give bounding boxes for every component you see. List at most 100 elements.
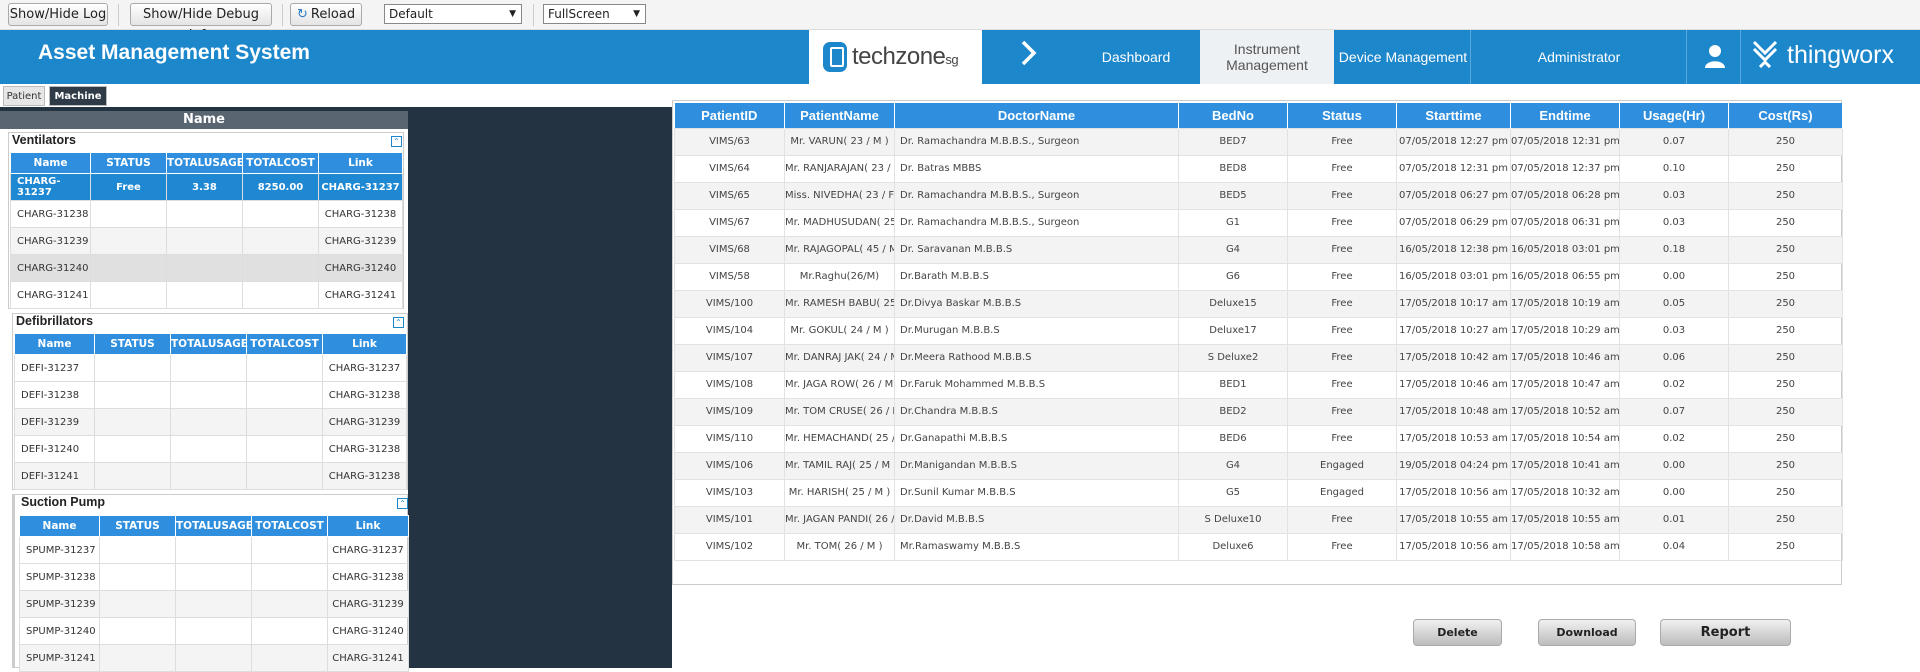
table-row[interactable]: VIMS/100 Mr. RAMESH BABU( 25 /Dr.Divya Ba… [674,289,1843,318]
table-row[interactable]: SPUMP-31239 CHARG-31239 [19,590,409,618]
column-header[interactable]: TOTALUSAGE [175,515,253,537]
table-row[interactable]: VIMS/102 Mr. TOM( 26 / M ) Mr.Ramaswamy M.… [674,532,1843,561]
table-row[interactable]: VIMS/104 Mr. GOKUL( 24 / M ) Dr.Murugan M.… [674,316,1843,345]
mode-select[interactable]: FullScreen ▼ [543,4,646,24]
cell [90,227,167,255]
user-icon[interactable] [1704,44,1726,68]
cell: VIMS/65 [674,181,785,210]
column-header[interactable]: STATUS [94,333,171,355]
cell: 250 [1728,478,1843,507]
table-row[interactable]: VIMS/106 Mr. TAMIL RAJ( 25 / M ) Dr.Maniga… [674,451,1843,480]
table-row[interactable]: DEFI-31237 CHARG-31237 [14,354,407,382]
table-row[interactable]: VIMS/101 Mr. JAGAN PANDI( 26 /Dr.David M.… [674,505,1843,534]
table-row[interactable]: VIMS/58 Mr.Raghu(26/M) Dr.Barath M.B.B.S G6… [674,262,1843,291]
mashup-select[interactable]: Default ▼ [384,4,522,24]
table-row[interactable]: DEFI-31240 CHARG-31238 [14,435,407,463]
collapse-icon[interactable]: ⌃ [393,317,404,328]
column-header[interactable]: TOTALCOST [251,515,328,537]
table-row[interactable]: CHARG-31239 CHARG-31239 [10,227,403,255]
ventilators-group: Ventilators ⌃ Name STATUS TOTALUSAGE TOT… [8,132,404,309]
column-header-bedno[interactable]: BedNo [1178,103,1288,128]
column-header-doctorname[interactable]: DoctorName [894,103,1179,128]
column-header[interactable]: Name [10,152,91,174]
table-row[interactable]: CHARG-31240 CHARG-31240 [10,254,403,282]
table-row[interactable]: VIMS/108 Mr. JAGA ROW( 26 / M ) Dr.Faruk M… [674,370,1843,399]
table-row[interactable]: CHARG-31238 CHARG-31238 [10,200,403,228]
cell: 17/05/2018 10:54 am [1510,424,1620,453]
column-header-patientid[interactable]: PatientID [674,103,785,128]
cell: 250 [1728,316,1843,345]
cell: 0.07 [1619,127,1729,156]
cell: 17/05/2018 10:47 am [1510,370,1620,399]
table-row[interactable]: VIMS/110 Mr. HEMACHAND( 25 /Dr.Ganapathi … [674,424,1843,453]
column-header-usage[interactable]: Usage(Hr) [1619,103,1729,128]
column-header[interactable]: Name [14,333,95,355]
table-row[interactable]: VIMS/63 Mr. VARUN( 23 / M ) Dr. Ramachandr… [674,127,1843,156]
table-row[interactable]: SPUMP-31238 CHARG-31238 [19,563,409,591]
column-header-status[interactable]: Status [1287,103,1397,128]
table-row[interactable]: DEFI-31239 CHARG-31239 [14,408,407,436]
table-row[interactable]: SPUMP-31237 CHARG-31237 [19,536,409,564]
table-row[interactable]: SPUMP-31241 CHARG-31241 [19,644,409,672]
column-header[interactable]: TOTALUSAGE [170,333,248,355]
delete-button[interactable]: Delete [1413,619,1502,646]
download-button[interactable]: Download [1538,619,1636,646]
table-row[interactable]: VIMS/109 Mr. TOM CRUSE( 26 / M Dr.Chandra … [674,397,1843,426]
reload-button[interactable]: ↻ Reload [290,3,362,26]
cell: CHARG-31240 [318,254,403,282]
cell: Mr.Ramaswamy M.B.B.S [894,532,1179,561]
cell [90,281,167,309]
column-header[interactable]: Link [322,333,407,355]
column-header[interactable]: Link [318,152,403,174]
mode-select-value: FullScreen [548,7,610,21]
column-header[interactable]: Link [327,515,409,537]
table-row[interactable]: VIMS/67 Mr. MADHUSUDAN( 25 Dr. Ramachandra… [674,208,1843,237]
table-row[interactable]: VIMS/103 Mr. HARISH( 25 / M ) Dr.Sunil Kum… [674,478,1843,507]
tab-machine[interactable]: Machine [49,86,107,106]
collapse-icon[interactable]: ⌃ [397,498,408,509]
tab-patient[interactable]: Patient [3,86,45,106]
cell: 0.00 [1619,262,1729,291]
cell [242,227,319,255]
cell: 250 [1728,505,1843,534]
dropdown-arrow-icon: ▼ [633,9,640,19]
table-row[interactable]: VIMS/68 Mr. RAJAGOPAL( 45 / M Dr. Saravana… [674,235,1843,264]
table-row[interactable]: CHARG-31237 Free 3.38 8250.00 CHARG-31237 [10,173,403,201]
column-header[interactable]: STATUS [99,515,176,537]
table-row[interactable]: SPUMP-31240 CHARG-31240 [19,617,409,645]
table-row[interactable]: DEFI-31241 CHARG-31238 [14,462,407,490]
cell: 19/05/2018 04:24 pm [1396,451,1511,480]
table-row[interactable]: VIMS/65 Miss. NIVEDHA( 23 / F ) Dr. Ramach… [674,181,1843,210]
column-header[interactable]: TOTALUSAGE [166,152,244,174]
report-button[interactable]: Report [1660,619,1791,646]
column-header[interactable]: TOTALCOST [246,333,323,355]
column-header[interactable]: Name [19,515,100,537]
nav-instrument-management[interactable]: Instrument Management [1200,30,1334,84]
column-header-endtime[interactable]: Endtime [1510,103,1620,128]
nav-device-management[interactable]: Device Management [1336,30,1470,84]
cell: VIMS/110 [674,424,785,453]
column-header-cost[interactable]: Cost(Rs) [1728,103,1843,128]
cell: G1 [1178,208,1288,237]
table-row[interactable]: VIMS/64 Mr. RANJARAJAN( 23 / M Dr. Batras … [674,154,1843,183]
collapse-icon[interactable]: ⌃ [391,136,402,147]
column-header[interactable]: TOTALCOST [242,152,319,174]
nav-dashboard[interactable]: Dashboard [1074,30,1198,84]
table-row[interactable]: DEFI-31238 CHARG-31238 [14,381,407,409]
cell: CHARG-31238 [322,435,407,463]
cell [170,408,247,436]
column-header[interactable]: STATUS [90,152,167,174]
cell: Free [1287,289,1397,318]
column-header-starttime[interactable]: Starttime [1396,103,1511,128]
cell [246,381,323,409]
column-header-patientname[interactable]: PatientName [784,103,895,128]
table-row[interactable]: CHARG-31241 CHARG-31241 [10,281,403,309]
show-hide-log-button[interactable]: Show/Hide Log [8,3,108,26]
table-row[interactable]: VIMS/107 Mr. DANRAJ JAK( 24 / M Dr.Meera R… [674,343,1843,372]
cell [99,536,176,564]
cell: 250 [1728,397,1843,426]
cell: Dr.Chandra M.B.B.S [894,397,1179,426]
show-hide-debug-button[interactable]: Show/Hide Debug Info [130,3,272,43]
nav-administrator[interactable]: Administrator [1472,30,1686,84]
chevron-right-icon[interactable] [1018,38,1040,75]
